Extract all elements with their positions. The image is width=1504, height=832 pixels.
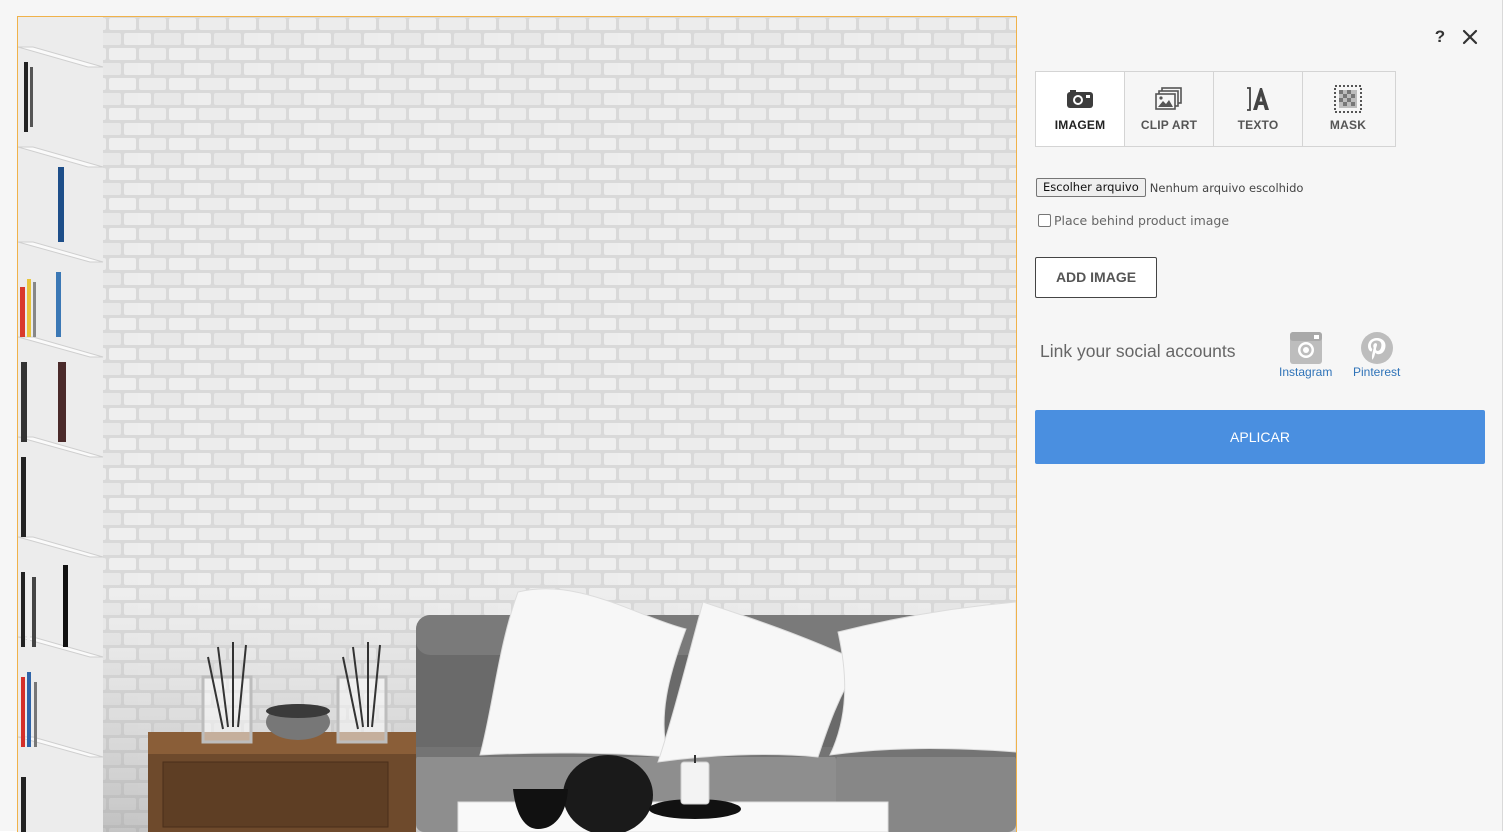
pinterest-label: Pinterest: [1353, 365, 1401, 379]
pinterest-icon: [1360, 331, 1394, 365]
help-icon[interactable]: ?: [1431, 27, 1449, 47]
instagram-label: Instagram: [1279, 365, 1333, 379]
tab-label: MASK: [1329, 118, 1367, 132]
bookshelf: [18, 17, 104, 832]
file-upload-row: Escolher arquivo Nenhum arquivo escolhid…: [1036, 178, 1303, 197]
tab-label: TEXTO: [1237, 118, 1279, 132]
tab-label: IMAGEM: [1054, 118, 1106, 132]
images-icon: [1154, 85, 1184, 113]
text-icon: [1243, 85, 1273, 113]
tab-imagem[interactable]: IMAGEM: [1036, 72, 1125, 146]
apply-button[interactable]: APLICAR: [1035, 410, 1485, 464]
place-behind-row: Place behind product image: [1038, 213, 1229, 228]
tab-label: CLIP ART: [1140, 118, 1198, 132]
design-canvas[interactable]: [17, 16, 1017, 832]
tab-mask[interactable]: MASK: [1303, 72, 1393, 146]
room-photo: [18, 17, 1016, 832]
camera-icon: [1065, 85, 1095, 113]
add-image-button[interactable]: ADD IMAGE: [1035, 257, 1157, 298]
choose-file-button[interactable]: Escolher arquivo: [1036, 178, 1146, 197]
file-status-text: Nenhum arquivo escolhido: [1149, 180, 1304, 195]
instagram-link[interactable]: Instagram: [1279, 331, 1332, 379]
instagram-icon: [1289, 331, 1323, 365]
place-behind-checkbox[interactable]: [1038, 214, 1051, 227]
place-behind-label[interactable]: Place behind product image: [1054, 213, 1229, 228]
side-table: [148, 732, 416, 832]
editor-tabs: IMAGEM CLIP ART TEXTO MASK: [1035, 71, 1396, 147]
tab-texto[interactable]: TEXTO: [1214, 72, 1303, 146]
pinterest-link[interactable]: Pinterest: [1353, 331, 1400, 379]
close-icon[interactable]: [1460, 27, 1480, 47]
mask-icon: [1333, 85, 1363, 113]
social-accounts-title: Link your social accounts: [1040, 341, 1236, 361]
tab-clip-art[interactable]: CLIP ART: [1125, 72, 1214, 146]
design-editor-modal: ? IMAGEM CLIP ART TEXTO MASK Escolher ar…: [0, 0, 1503, 832]
